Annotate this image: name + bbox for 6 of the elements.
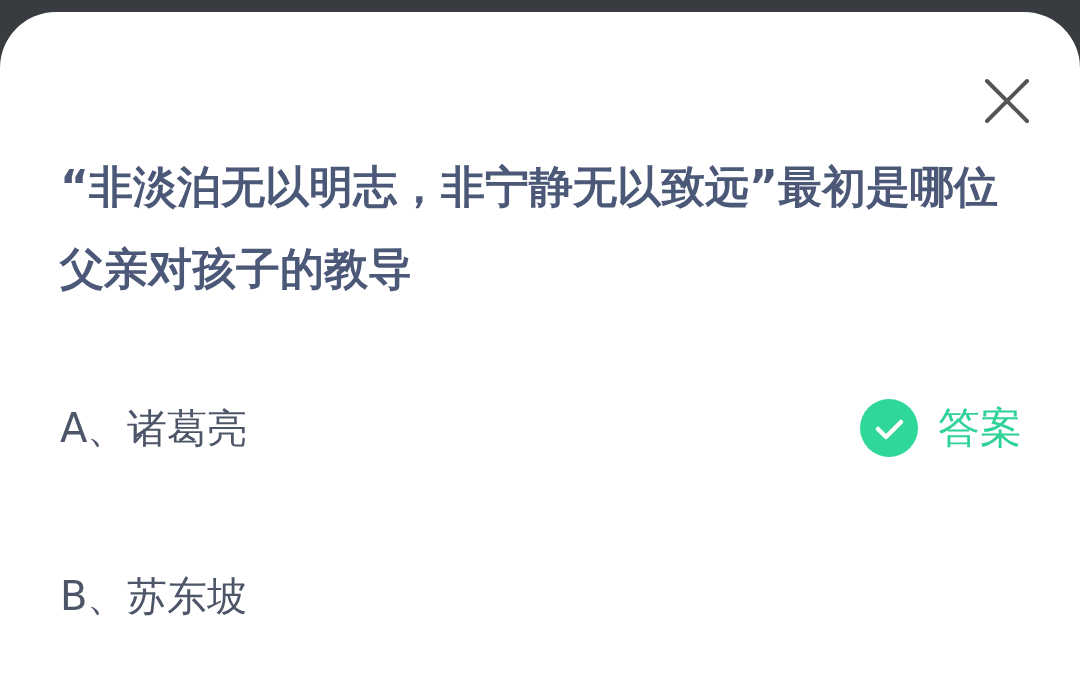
answer-label: 答案 — [938, 402, 1022, 454]
question-text: “非淡泊无以明志，非宁静无以致远”最初是哪位父亲对孩子的教导 — [60, 160, 999, 296]
close-icon — [984, 78, 1030, 124]
option-text[interactable]: A、诸葛亮 — [60, 400, 248, 456]
close-button[interactable] — [984, 78, 1030, 124]
option-text[interactable]: B、苏东坡 — [60, 568, 248, 624]
